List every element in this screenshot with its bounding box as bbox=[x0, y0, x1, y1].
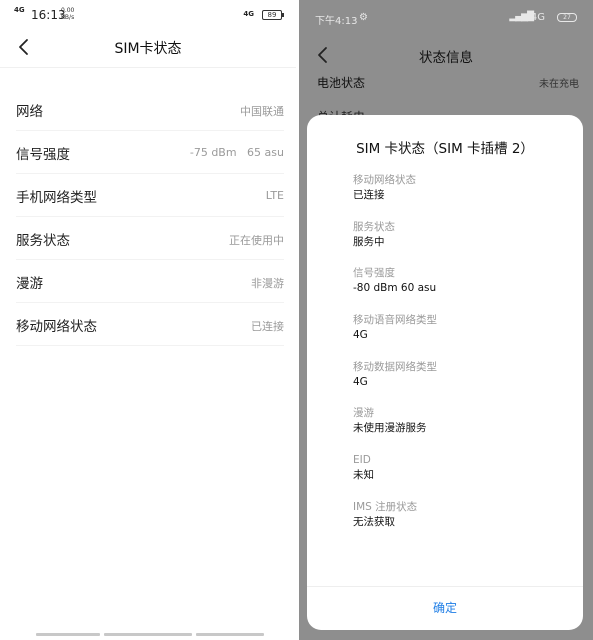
field-value: 未使用漫游服务 bbox=[353, 422, 427, 435]
row-value: 非漫游 bbox=[251, 277, 284, 290]
list-item-network-type[interactable]: 手机网络类型 LTE bbox=[16, 174, 284, 217]
row-value: 中国联通 bbox=[240, 105, 284, 118]
field-ims-registration: IMS 注册状态 无法获取 bbox=[353, 500, 573, 547]
row-label: 服务状态 bbox=[16, 233, 70, 249]
row-label: 信号强度 bbox=[16, 147, 70, 163]
field-value: 无法获取 bbox=[353, 515, 395, 528]
list-item-mobile-network-state[interactable]: 移动网络状态 已连接 bbox=[16, 303, 284, 346]
network-type-indicator: 4G bbox=[530, 12, 545, 23]
row-value: 正在使用中 bbox=[229, 234, 284, 247]
field-label: 信号强度 bbox=[353, 267, 395, 280]
sim-status-list: 网络 中国联通 信号强度 -75 dBm 65 asu 手机网络类型 LTE 服… bbox=[16, 88, 284, 346]
dialog-divider bbox=[307, 586, 583, 587]
gear-icon: ⚙ bbox=[359, 12, 368, 23]
field-label: 移动数据网络类型 bbox=[353, 360, 437, 373]
field-label: EID bbox=[353, 454, 371, 467]
list-item-roaming[interactable]: 漫游 非漫游 bbox=[16, 260, 284, 303]
network-speed: 0.00 KB/s bbox=[61, 7, 74, 21]
field-roaming: 漫游 未使用漫游服务 bbox=[353, 406, 573, 453]
list-item-network[interactable]: 网络 中国联通 bbox=[16, 88, 284, 131]
field-label: 移动语音网络类型 bbox=[353, 314, 437, 327]
left-phone-screen: 4G 16:13 0.00 KB/s 4G 89 SIM卡状态 网络 中国联通 … bbox=[0, 0, 296, 640]
field-label: 服务状态 bbox=[353, 220, 395, 233]
row-value: LTE bbox=[265, 189, 284, 202]
page-header: SIM卡状态 bbox=[0, 28, 296, 68]
status-time: 下午4:13 bbox=[315, 16, 358, 27]
field-value: 4G bbox=[353, 329, 368, 342]
row-label: 电池状态 bbox=[317, 76, 366, 90]
network-type-right: 4G bbox=[243, 10, 254, 18]
field-signal-strength: 信号强度 -80 dBm 60 asu bbox=[353, 266, 573, 313]
field-eid: EID 未知 bbox=[353, 453, 573, 500]
gesture-segment bbox=[104, 633, 192, 636]
confirm-button[interactable]: 确定 bbox=[307, 599, 583, 616]
dialog-fields: 移动网络状态 已连接 服务状态 服务中 信号强度 -80 dBm 60 asu … bbox=[353, 173, 573, 547]
field-label: IMS 注册状态 bbox=[353, 500, 418, 513]
list-item-signal-strength[interactable]: 信号强度 -75 dBm 65 asu bbox=[16, 131, 284, 174]
list-item-battery-state[interactable]: 电池状态 未在充电 bbox=[317, 74, 579, 94]
field-value: 服务中 bbox=[353, 235, 385, 248]
field-label: 移动网络状态 bbox=[353, 174, 416, 186]
field-value: 未知 bbox=[353, 469, 374, 482]
row-label: 移动网络状态 bbox=[16, 319, 97, 335]
network-speed-value: 0.00 bbox=[61, 7, 75, 14]
network-speed-unit: KB/s bbox=[61, 14, 75, 21]
gesture-segment bbox=[196, 633, 264, 636]
status-bar-left: 4G 16:13 0.00 KB/s 4G 89 bbox=[14, 6, 286, 24]
right-phone-screen: 下午4:13 ⚙ ▂▄▆█ 4G 27 状态信息 电池状态 未在充电 总计耗电 … bbox=[299, 0, 593, 640]
sim-status-dialog: SIM 卡状态（SIM 卡插槽 2） 移动网络状态 已连接 服务状态 服务中 信… bbox=[307, 115, 583, 630]
page-title: SIM卡状态 bbox=[114, 41, 182, 57]
field-value: -80 dBm 60 asu bbox=[353, 282, 437, 295]
battery-icon: 89 bbox=[262, 10, 284, 20]
row-label: 漫游 bbox=[16, 276, 43, 292]
row-value: -75 dBm 65 asu bbox=[189, 146, 284, 159]
field-data-network-type: 移动数据网络类型 4G bbox=[353, 360, 573, 407]
page-title: 状态信息 bbox=[419, 50, 473, 66]
field-value: 已连接 bbox=[353, 189, 385, 201]
row-value: 已连接 bbox=[251, 320, 284, 333]
status-bar-right: 下午4:13 ⚙ ▂▄▆█ 4G 27 bbox=[315, 10, 577, 27]
dialog-title: SIM 卡状态（SIM 卡插槽 2） bbox=[356, 141, 534, 157]
field-mobile-network-state: 移动网络状态 已连接 bbox=[353, 173, 573, 220]
list-item-service-state[interactable]: 服务状态 正在使用中 bbox=[16, 217, 284, 260]
field-service-state: 服务状态 服务中 bbox=[353, 220, 573, 267]
field-value: 4G bbox=[353, 375, 368, 388]
row-value: 未在充电 bbox=[539, 79, 579, 90]
row-label: 手机网络类型 bbox=[16, 190, 97, 206]
field-voice-network-type: 移动语音网络类型 4G bbox=[353, 313, 573, 360]
signal-icon: ▂▄▆█ bbox=[509, 12, 534, 22]
row-label: 网络 bbox=[16, 104, 43, 120]
network-type-indicator: 4G bbox=[14, 6, 25, 14]
field-label: 漫游 bbox=[353, 407, 374, 420]
battery-icon: 27 bbox=[557, 13, 577, 22]
gesture-segment bbox=[36, 633, 100, 636]
gesture-bar bbox=[36, 633, 264, 636]
page-header: 状态信息 bbox=[299, 38, 593, 70]
